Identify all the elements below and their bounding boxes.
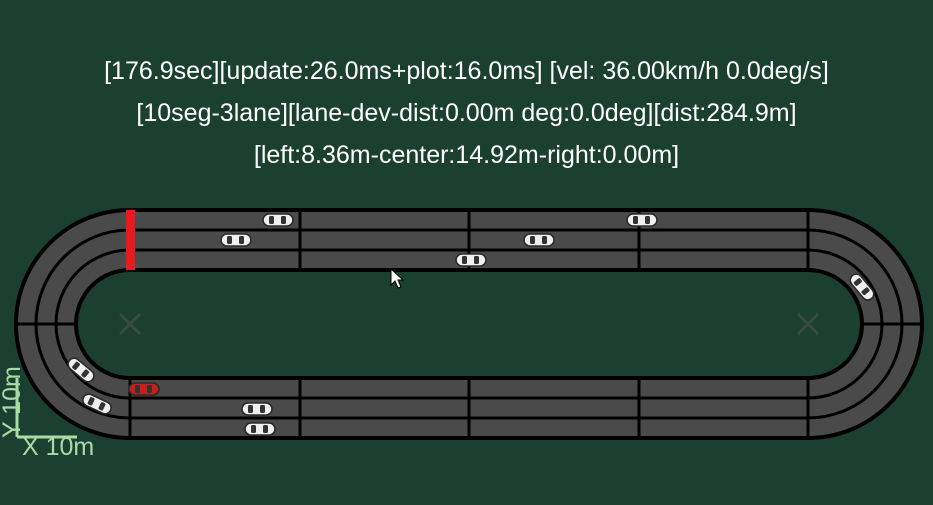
scale-y-label: Y 10m <box>0 366 26 438</box>
car-icon <box>244 422 276 436</box>
track-scene: X 10m Y 10m <box>0 208 924 461</box>
car-icon <box>241 402 273 416</box>
car-icon <box>220 233 252 247</box>
ego-car <box>128 382 160 396</box>
car-icon <box>626 213 658 227</box>
car-icon <box>523 233 555 247</box>
finish-line <box>126 210 135 270</box>
scale-x-label: X 10m <box>22 433 94 461</box>
car-icon <box>262 213 294 227</box>
race-track <box>14 208 924 440</box>
car-icon <box>455 253 487 267</box>
